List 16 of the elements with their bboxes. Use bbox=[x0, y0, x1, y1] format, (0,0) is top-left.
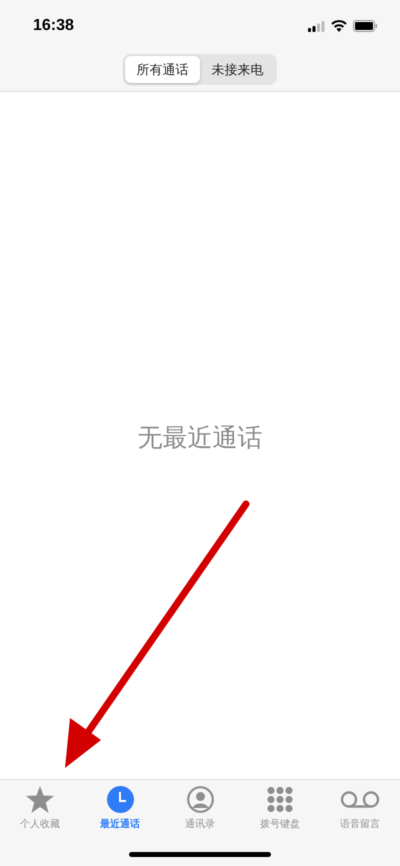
keypad-icon bbox=[267, 786, 293, 813]
tab-bar-item[interactable]: 拨号键盘 bbox=[242, 786, 318, 831]
star-icon bbox=[26, 786, 54, 813]
tab-bar-item[interactable]: 通讯录 bbox=[162, 786, 238, 831]
clock-icon bbox=[106, 786, 134, 813]
tab-bar-item[interactable]: 语音留言 bbox=[322, 786, 398, 831]
tab-bar-item[interactable]: 个人收藏 bbox=[2, 786, 78, 831]
segment-tab[interactable]: 未接来电 bbox=[200, 56, 275, 83]
battery-icon bbox=[353, 20, 378, 32]
empty-message: 无最近通话 bbox=[138, 422, 262, 454]
segment-tab[interactable]: 所有通话 bbox=[125, 56, 200, 83]
signal-icon bbox=[308, 20, 325, 32]
wifi-icon bbox=[331, 20, 347, 32]
contact-icon bbox=[186, 786, 214, 813]
status-time: 16:38 bbox=[33, 17, 74, 35]
tab-bar-item[interactable]: 最近通话 bbox=[82, 786, 158, 831]
